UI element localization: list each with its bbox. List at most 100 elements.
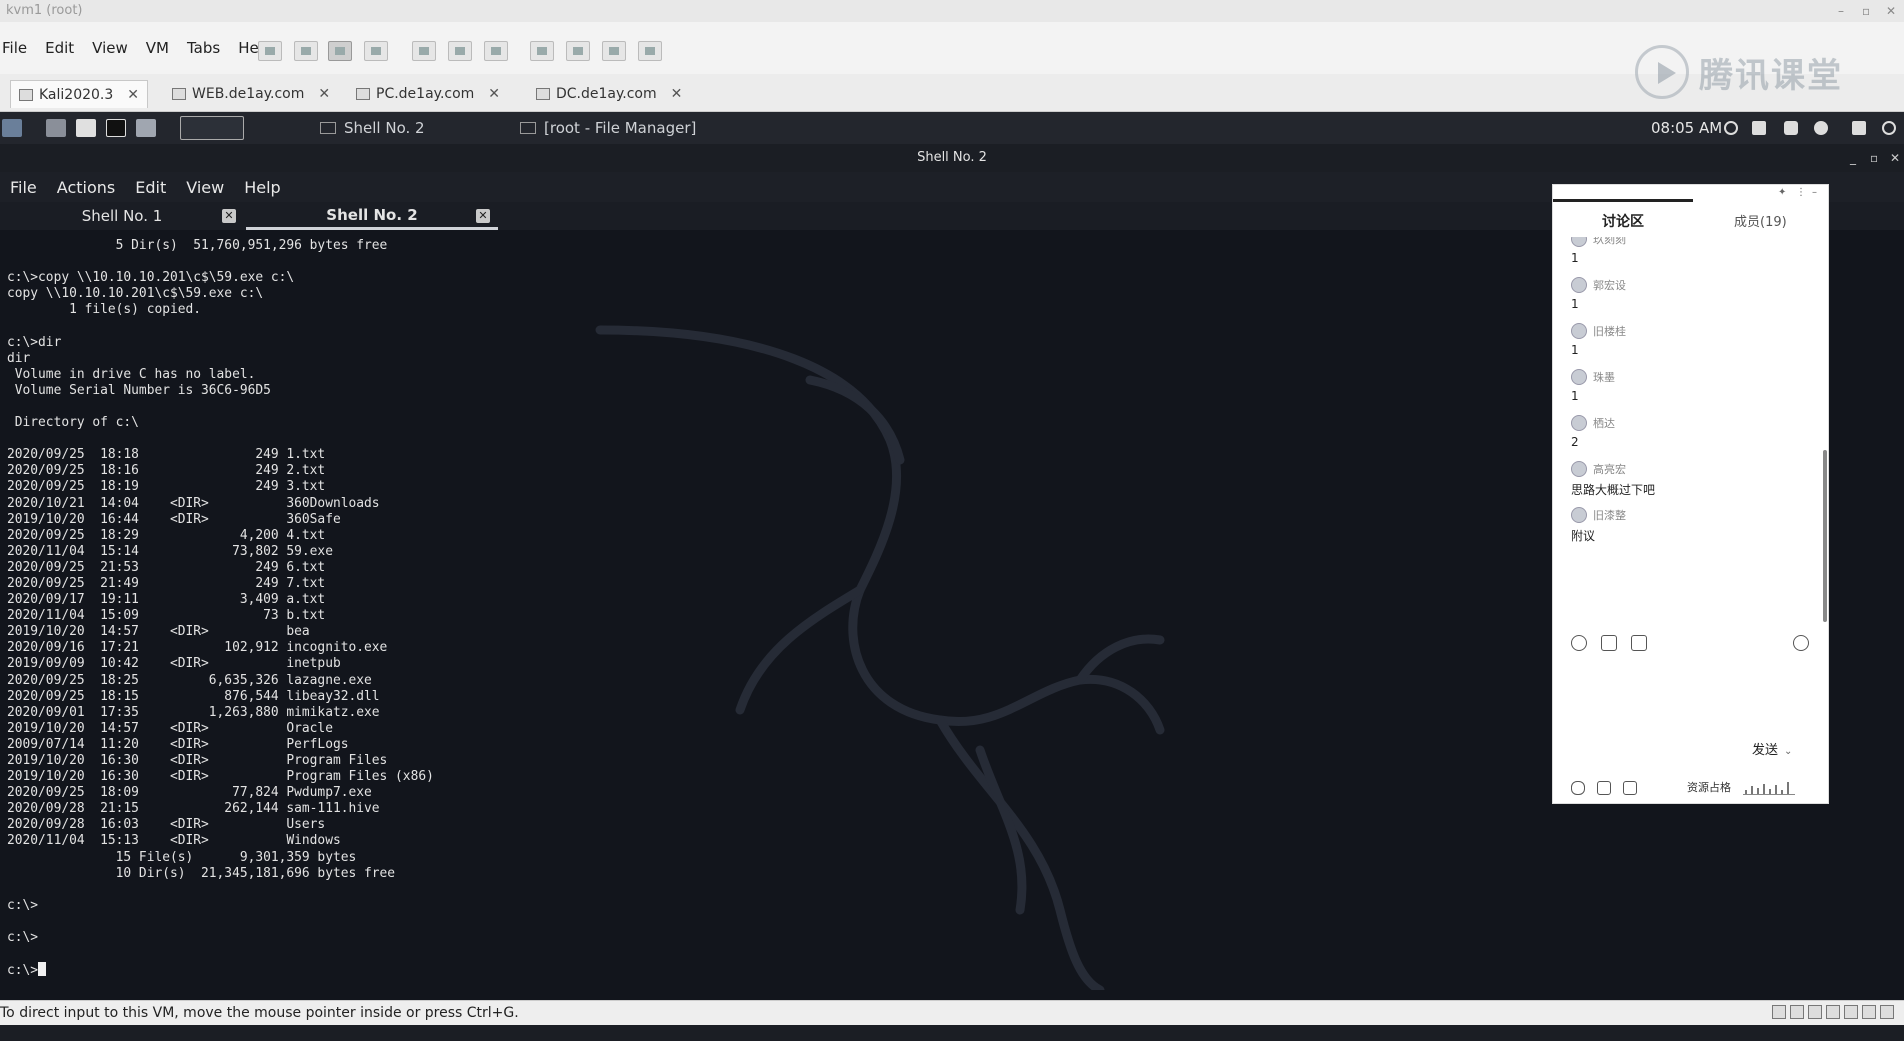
- display-icon[interactable]: [1880, 1005, 1894, 1019]
- tab-discussion[interactable]: 讨论区: [1602, 211, 1644, 231]
- logout-icon[interactable]: [1882, 121, 1896, 135]
- menu-edit[interactable]: Edit: [45, 39, 74, 57]
- bell-icon[interactable]: [1784, 121, 1798, 135]
- shell-tab-1[interactable]: Shell No. 1 ✕: [0, 202, 244, 230]
- taskbar-file-manager[interactable]: [root - File Manager]: [520, 112, 696, 144]
- file-manager-icon[interactable]: [76, 119, 96, 137]
- terminal-icon[interactable]: [106, 119, 126, 137]
- vm-tab-kali[interactable]: Kali2020.3 ✕: [10, 80, 149, 108]
- snapshot-icon[interactable]: [412, 41, 436, 61]
- send-button[interactable]: 发送 ⌄: [1752, 739, 1792, 758]
- close-icon[interactable]: ✕: [1886, 0, 1896, 22]
- power-icon[interactable]: [258, 41, 282, 61]
- speaker-icon[interactable]: [1597, 781, 1611, 795]
- statusbar-hint: To direct input to this VM, move the mou…: [0, 1005, 519, 1021]
- menu-file[interactable]: File: [2, 39, 27, 57]
- cdrom-icon[interactable]: [1790, 1005, 1804, 1019]
- thumbnail-icon[interactable]: [566, 41, 590, 61]
- browser-icon[interactable]: [136, 119, 156, 137]
- close-icon[interactable]: ✕: [488, 86, 500, 102]
- close-icon[interactable]: ✕: [222, 209, 236, 223]
- vm-tab-pc[interactable]: PC.de1ay.com ✕: [348, 80, 508, 108]
- fullscreen-icon[interactable]: [602, 41, 626, 61]
- chat-topbar: ✦ ⋮ –: [1553, 185, 1830, 203]
- terminal-menu-file[interactable]: File: [10, 178, 37, 197]
- scissors-icon[interactable]: [1601, 635, 1617, 651]
- maximize-icon[interactable]: ▫: [1862, 0, 1870, 22]
- chat-panel: ✦ ⋮ – 讨论区 成员(19) 玖刻刻 1 郭宏设 1 旧楼桂 1 珠墨 1 …: [1552, 184, 1829, 804]
- shell-tab-2[interactable]: Shell No. 2 ✕: [246, 202, 498, 230]
- terminal-line: c:\>: [7, 897, 39, 913]
- revert-snapshot-icon[interactable]: [448, 41, 472, 61]
- workspace-switcher[interactable]: [180, 116, 244, 140]
- kali-menu-icon[interactable]: [2, 119, 22, 137]
- vm-icon: [536, 88, 550, 100]
- terminal-line: 2019/10/20 14:57 <DIR> bea: [7, 624, 310, 640]
- vm-tab-label: DC.de1ay.com: [556, 86, 657, 102]
- hdd-icon[interactable]: [1772, 1005, 1786, 1019]
- maximize-icon[interactable]: ▫: [1870, 144, 1878, 172]
- minimize-icon[interactable]: –: [1838, 0, 1844, 22]
- terminal-line: c:\>: [7, 930, 39, 946]
- minimize-icon[interactable]: –: [1812, 187, 1817, 198]
- clock[interactable]: 08:05 AM: [1651, 112, 1722, 144]
- more-icon[interactable]: ⋮: [1796, 187, 1806, 198]
- close-icon[interactable]: ✕: [671, 86, 683, 102]
- resource-usage-meter: [1743, 781, 1795, 795]
- terminal-menu-actions[interactable]: Actions: [57, 178, 115, 197]
- power-menu-icon[interactable]: [1814, 121, 1828, 135]
- pin-icon[interactable]: ✦: [1778, 187, 1786, 198]
- refresh-icon[interactable]: [1724, 121, 1738, 135]
- menu-tabs[interactable]: Tabs: [187, 39, 220, 57]
- taskbar-label: Shell No. 2: [344, 119, 425, 137]
- unity-icon[interactable]: [638, 41, 662, 61]
- chat-scrollbar[interactable]: [1823, 450, 1827, 622]
- chat-message-list[interactable]: 玖刻刻 1 郭宏设 1 旧楼桂 1 珠墨 1 栖达 2 高亮宏 思路大概过下吧 …: [1553, 237, 1830, 637]
- tab-members[interactable]: 成员(19): [1734, 211, 1787, 230]
- show-desktop-icon[interactable]: [46, 119, 66, 137]
- kali-top-panel: Shell No. 2 [root - File Manager] 08:05 …: [0, 112, 1904, 144]
- chevron-down-icon[interactable]: ⌄: [1784, 746, 1792, 757]
- terminal-line: c:\>: [7, 962, 434, 979]
- terminal-menu-help[interactable]: Help: [244, 178, 280, 197]
- snapshot-manager-icon[interactable]: [484, 41, 508, 61]
- menu-view[interactable]: View: [92, 39, 128, 57]
- menu-vm[interactable]: VM: [146, 39, 169, 57]
- chat-bottom-bar: 资源占格: [1553, 777, 1830, 803]
- sound-icon[interactable]: [1844, 1005, 1858, 1019]
- chat-username: 栖达: [1593, 417, 1615, 430]
- emoji-icon[interactable]: [1571, 635, 1587, 651]
- close-icon[interactable]: ✕: [476, 209, 490, 223]
- settings-icon[interactable]: [1793, 635, 1809, 651]
- terminal-line: 2020/09/25 18:18 249 1.txt: [7, 447, 326, 463]
- volume-icon[interactable]: [1752, 121, 1766, 135]
- chat-message: 玖刻刻 1: [1571, 237, 1811, 265]
- network-icon[interactable]: [1808, 1005, 1822, 1019]
- close-icon[interactable]: ✕: [127, 87, 139, 103]
- taskbar-shell[interactable]: Shell No. 2: [320, 112, 425, 144]
- lock-icon[interactable]: [1852, 121, 1866, 135]
- vm-tab-dc[interactable]: DC.de1ay.com ✕: [528, 80, 690, 108]
- terminal-cursor: [38, 962, 47, 977]
- terminal-line: Volume in drive C has no label.: [7, 366, 256, 382]
- usb-icon[interactable]: [1826, 1005, 1840, 1019]
- sidebar-icon[interactable]: [530, 41, 554, 61]
- vm-tab-web[interactable]: WEB.de1ay.com ✕: [164, 80, 338, 108]
- suspend-icon[interactable]: [294, 41, 318, 61]
- terminal-line: 2020/09/28 21:15 262,144 sam-111.hive: [7, 801, 380, 817]
- send-keys-icon[interactable]: [364, 41, 388, 61]
- printer-icon[interactable]: [1862, 1005, 1876, 1019]
- terminal-line: 2020/09/01 17:35 1,263,880 mimikatz.exe: [7, 704, 380, 720]
- terminal-line: 2020/09/28 16:03 <DIR> Users: [7, 817, 326, 833]
- close-icon[interactable]: ✕: [318, 86, 330, 102]
- terminal-menu-edit[interactable]: Edit: [135, 178, 166, 197]
- close-icon[interactable]: ✕: [1890, 144, 1900, 172]
- vm-icon: [172, 88, 186, 100]
- minimize-icon[interactable]: _: [1850, 144, 1856, 172]
- stats-icon[interactable]: [1623, 781, 1637, 795]
- chat-tabs: 讨论区 成员(19): [1553, 211, 1830, 237]
- microphone-icon[interactable]: [1571, 781, 1585, 795]
- image-icon[interactable]: [1631, 635, 1647, 651]
- pause-icon[interactable]: [328, 41, 352, 61]
- terminal-menu-view[interactable]: View: [186, 178, 224, 197]
